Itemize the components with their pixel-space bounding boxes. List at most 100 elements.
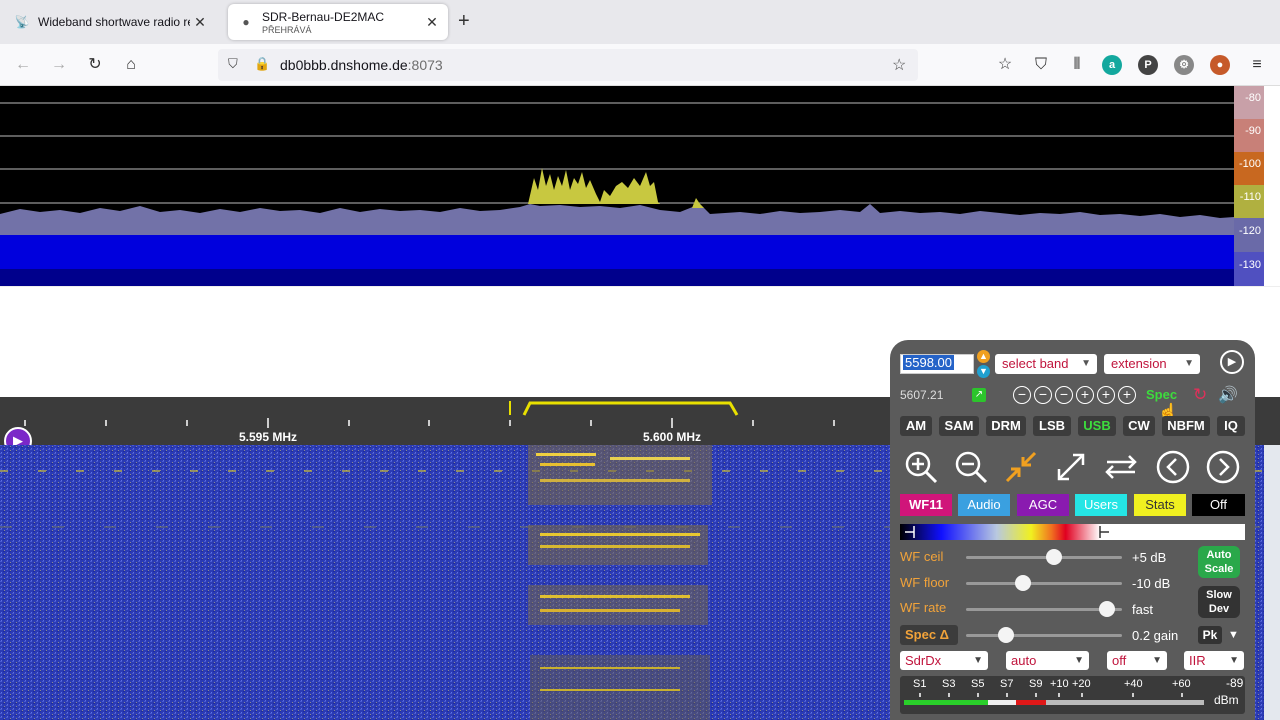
bookmark-star-icon[interactable]: ☆ xyxy=(892,55,906,75)
spectrum-display[interactable] xyxy=(0,86,1234,286)
zoom-in-small-icon[interactable]: + xyxy=(1076,386,1094,404)
wf-rate-slider[interactable] xyxy=(966,601,1122,617)
speaker-icon[interactable]: 🔊 xyxy=(1218,385,1238,405)
mode-cw[interactable]: CW xyxy=(1123,416,1155,436)
wf-ceil-label: WF ceil xyxy=(900,549,944,564)
link-icon[interactable]: ↗ xyxy=(972,388,986,402)
extension-label: extension xyxy=(1111,356,1167,371)
shield-icon[interactable]: ⛉ xyxy=(228,56,238,72)
wf-floor-slider[interactable] xyxy=(966,575,1122,591)
tab-stats[interactable]: Stats xyxy=(1134,494,1186,516)
auto-value: auto xyxy=(1011,653,1037,668)
new-tab-icon[interactable]: + xyxy=(458,10,470,33)
lock-icon[interactable]: 🔒 xyxy=(254,56,270,72)
contract-arrows-icon[interactable] xyxy=(1000,446,1042,488)
menu-icon[interactable]: ≡ xyxy=(1246,54,1268,76)
refresh-icon[interactable]: ↻ xyxy=(1193,385,1207,405)
spec-gain-slider[interactable] xyxy=(966,627,1122,643)
pk-button[interactable]: Pk xyxy=(1198,626,1222,644)
zoom-in-magnifier-icon[interactable] xyxy=(900,446,942,488)
zoom-in-max-icon[interactable]: + xyxy=(1118,386,1136,404)
slider-knob[interactable] xyxy=(998,627,1015,643)
s-meter-label: +10 xyxy=(1050,678,1069,690)
db-label: -90 xyxy=(1234,119,1264,152)
library-icon[interactable]: ⫴ xyxy=(1066,54,1088,76)
swap-arrows-icon[interactable] xyxy=(1100,446,1142,488)
step-up-icon[interactable]: ▲ xyxy=(977,350,990,363)
forward-icon[interactable]: → xyxy=(48,54,70,76)
tab-audio[interactable]: Audio xyxy=(958,494,1010,516)
pocket-icon[interactable]: ☆ xyxy=(994,54,1016,76)
save-icon[interactable]: ⛉ xyxy=(1030,54,1052,76)
sdrdx-value: SdrDx xyxy=(905,653,942,668)
right-gutter xyxy=(1264,445,1280,720)
avatar[interactable]: ● xyxy=(1210,55,1230,75)
select-band-label: select band xyxy=(1002,356,1069,371)
slider-knob[interactable] xyxy=(1045,549,1062,565)
mode-sam[interactable]: SAM xyxy=(939,416,979,436)
nav-bar: ← → ↻ ⌂ ⛉ 🔒 db0bbb.dnshome.de:8073 ☆ ☆ ⛉… xyxy=(0,44,1280,86)
tab-agc[interactable]: AGC xyxy=(1017,494,1069,516)
mode-am[interactable]: AM xyxy=(900,416,932,436)
control-panel: 5598.00 ▲ ▼ select band ▼ extension ▼ ▶ 56… xyxy=(890,340,1255,720)
chevron-down-icon[interactable]: ▼ xyxy=(1228,629,1239,641)
iir-dropdown[interactable]: IIR ▼ xyxy=(1184,651,1244,670)
s-meter-label: +60 xyxy=(1172,678,1191,690)
chevron-down-icon: ▼ xyxy=(1184,358,1194,369)
chevron-right-icon[interactable] xyxy=(1202,446,1244,488)
gear-extension-icon[interactable]: ⚙ xyxy=(1174,55,1194,75)
zoom-in-icon[interactable]: + xyxy=(1097,386,1115,404)
slider-knob[interactable] xyxy=(1099,601,1115,617)
url-text: db0bbb.dnshome.de:8073 xyxy=(280,57,443,73)
back-icon[interactable]: ← xyxy=(12,54,34,76)
frequency-input[interactable]: 5598.00 xyxy=(900,354,974,374)
slow-dev-button[interactable]: Slow Dev xyxy=(1198,586,1240,618)
s-meter-label: S9 xyxy=(1029,678,1043,690)
mode-lsb[interactable]: LSB xyxy=(1033,416,1071,436)
tab-subtitle: PŘEHRÁVÁ xyxy=(262,24,312,35)
tab-wideband[interactable]: 📡 Wideband shortwave radio rece ✕ xyxy=(4,4,216,40)
scale-label: 5.600 MHz xyxy=(643,430,702,444)
slider-knob[interactable] xyxy=(1015,575,1031,591)
previous-frequency[interactable]: 5607.21 xyxy=(900,388,943,402)
s-meter-label: +40 xyxy=(1124,678,1143,690)
select-band-dropdown[interactable]: select band ▼ xyxy=(995,354,1097,374)
reload-icon[interactable]: ↻ xyxy=(84,54,106,76)
mode-drm[interactable]: DRM xyxy=(986,416,1026,436)
tab-wf[interactable]: WF11 xyxy=(900,494,952,516)
tab-users[interactable]: Users xyxy=(1075,494,1127,516)
mode-usb[interactable]: USB xyxy=(1078,416,1116,436)
mode-nbfm[interactable]: NBFM xyxy=(1162,416,1210,436)
wf-ceil-slider[interactable] xyxy=(966,549,1122,565)
frequency-value: 5598.00 xyxy=(903,355,954,370)
play-icon[interactable]: ▶ xyxy=(1220,350,1244,374)
tab-off[interactable]: Off xyxy=(1192,494,1245,516)
home-icon[interactable]: ⌂ xyxy=(120,54,142,76)
close-icon[interactable]: ✕ xyxy=(190,14,210,31)
url-bar[interactable]: ⛉ 🔒 db0bbb.dnshome.de:8073 ☆ xyxy=(218,49,918,81)
signal-unit: dBm xyxy=(1214,693,1239,707)
zoom-out-max-icon[interactable]: − xyxy=(1013,386,1031,404)
tab-sdr-bernau[interactable]: ● SDR-Bernau-DE2MAC PŘEHRÁVÁ ✕ xyxy=(228,4,448,40)
spec-toggle[interactable]: Spec xyxy=(1146,387,1177,402)
zoom-out-magnifier-icon[interactable] xyxy=(950,446,992,488)
expand-arrows-icon[interactable] xyxy=(1050,446,1092,488)
mode-iq[interactable]: IQ xyxy=(1217,416,1245,436)
spec-delta-button[interactable]: Spec Δ xyxy=(900,625,958,645)
close-icon[interactable]: ✕ xyxy=(422,14,442,31)
chevron-down-icon: ▼ xyxy=(1081,358,1091,369)
off-value: off xyxy=(1112,653,1127,668)
auto-dropdown[interactable]: auto ▼ xyxy=(1006,651,1089,670)
auto-scale-button[interactable]: Auto Scale xyxy=(1198,546,1240,578)
chevron-down-icon: ▼ xyxy=(1074,655,1084,666)
a-extension-icon[interactable]: a xyxy=(1102,55,1122,75)
step-down-icon[interactable]: ▼ xyxy=(977,365,990,378)
sdrdx-dropdown[interactable]: SdrDx ▼ xyxy=(900,651,988,670)
zoom-out-icon[interactable]: − xyxy=(1034,386,1052,404)
extension-dropdown[interactable]: extension ▼ xyxy=(1104,354,1200,374)
off-dropdown[interactable]: off ▼ xyxy=(1107,651,1167,670)
p-extension-icon[interactable]: P xyxy=(1138,55,1158,75)
chevron-left-icon[interactable] xyxy=(1152,446,1194,488)
wf-ceil-value: +5 dB xyxy=(1132,550,1167,565)
zoom-out-small-icon[interactable]: − xyxy=(1055,386,1073,404)
